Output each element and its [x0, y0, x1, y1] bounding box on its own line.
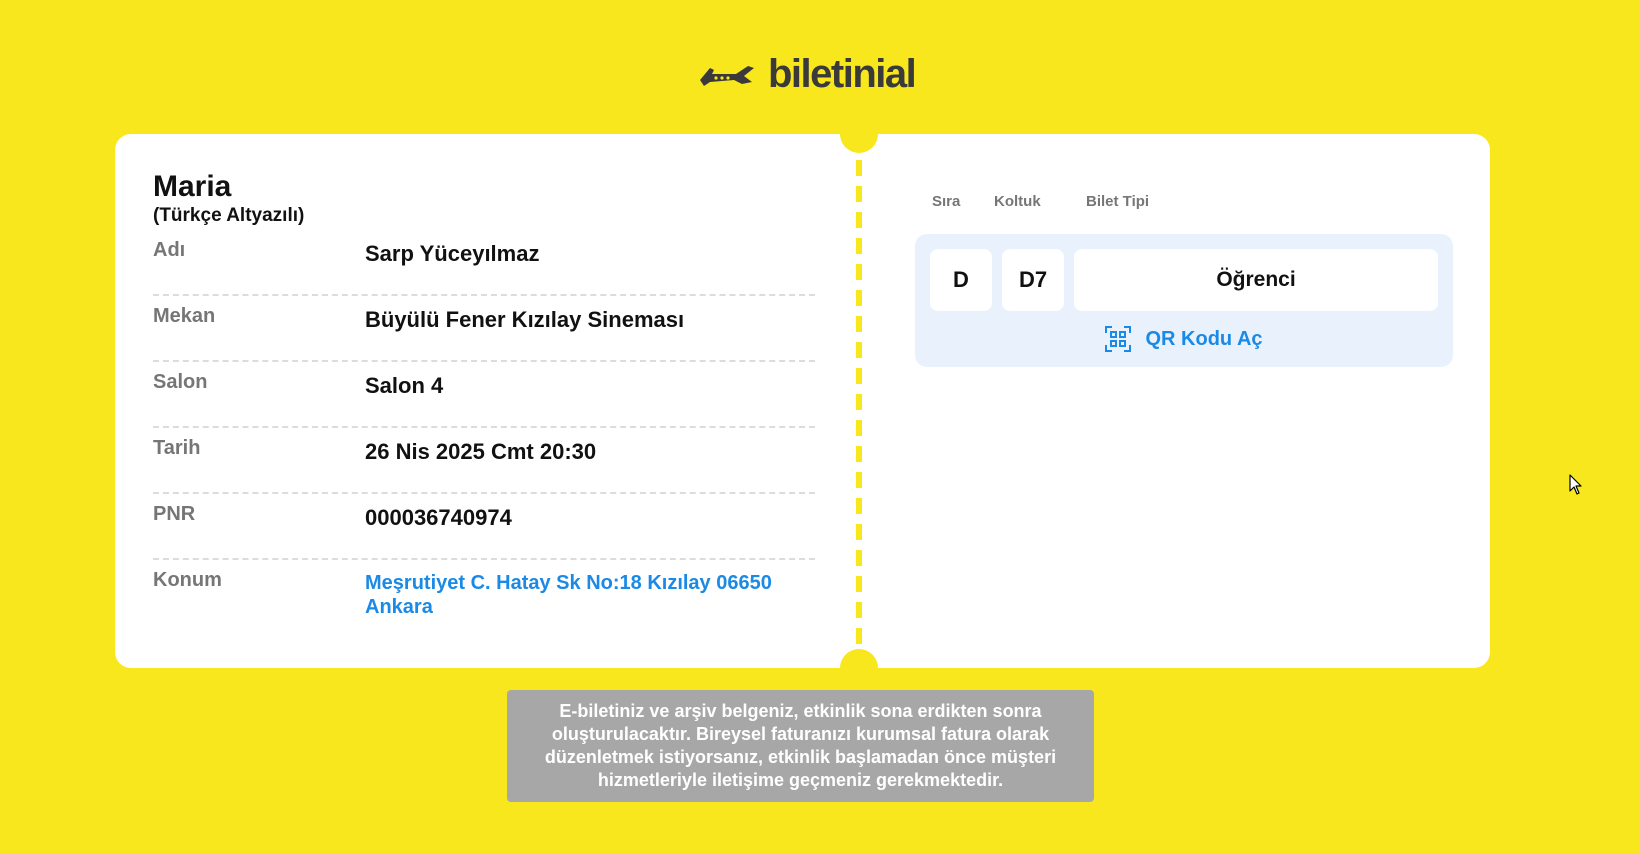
detail-row-location: Konum Meşrutiyet C. Hatay Sk No:18 Kızıl…	[153, 560, 815, 619]
event-title: Maria	[153, 170, 232, 203]
detail-label: Mekan	[153, 305, 216, 327]
event-subtitle: (Türkçe Altyazılı)	[153, 205, 305, 226]
detail-label: Adı	[153, 239, 186, 261]
ticket-card: Maria (Türkçe Altyazılı) Adı Sarp Yüceyı…	[115, 115, 1490, 687]
mouse-cursor-icon	[1569, 474, 1583, 501]
detail-value: 26 Nis 2025 Cmt 20:30	[365, 439, 597, 464]
page: biletinial Maria (Türkçe Altyazılı) Adı …	[0, 0, 1640, 853]
detail-label: PNR	[153, 503, 196, 525]
detail-label: Salon	[153, 371, 208, 393]
ticket-perforation	[856, 160, 862, 644]
detail-row-name: Adı Sarp Yüceyılmaz	[153, 230, 815, 296]
seat-headers: Sıra Koltuk Bilet Tipi	[915, 192, 1453, 212]
detail-value: 000036740974	[365, 505, 512, 530]
seat-header-row: Sıra	[932, 193, 961, 210]
location-link[interactable]: Meşrutiyet C. Hatay Sk No:18 Kızılay 066…	[365, 568, 815, 619]
qr-code-icon	[1105, 326, 1132, 352]
seat-header-seat: Koltuk	[994, 193, 1041, 210]
detail-value: Sarp Yüceyılmaz	[365, 241, 540, 266]
ticket-notch-top	[840, 115, 878, 153]
ticket-details: Maria (Türkçe Altyazılı) Adı Sarp Yüceyı…	[153, 170, 815, 619]
detail-row-venue: Mekan Büyülü Fener Kızılay Sineması	[153, 296, 815, 362]
plane-ticket-logo-icon	[696, 60, 758, 88]
detail-row-pnr: PNR 000036740974	[153, 494, 815, 560]
seat-number-value: D7	[1002, 249, 1064, 311]
seat-info-box: D D7 Öğrenci QR Kodu Aç	[915, 234, 1453, 367]
seat-section: Sıra Koltuk Bilet Tipi D D7 Öğrenci QR K…	[915, 192, 1453, 367]
e-ticket-notice: E-biletiniz ve arşiv belgeniz, etkinlik …	[507, 690, 1094, 802]
detail-label: Tarih	[153, 437, 201, 459]
detail-row-date: Tarih 26 Nis 2025 Cmt 20:30	[153, 428, 815, 494]
seat-row-value: D	[930, 249, 992, 311]
detail-value: Büyülü Fener Kızılay Sineması	[365, 307, 685, 332]
ticket-notch-bottom	[840, 649, 878, 687]
qr-code-button[interactable]: QR Kodu Aç	[930, 325, 1438, 353]
qr-code-label[interactable]: QR Kodu Aç	[1145, 328, 1262, 351]
brand-name: biletinial	[768, 52, 917, 96]
seat-cells: D D7 Öğrenci	[930, 249, 1438, 311]
detail-label: Konum	[153, 569, 222, 591]
detail-value: Salon 4	[365, 373, 444, 398]
detail-row-hall: Salon Salon 4	[153, 362, 815, 428]
brand-logo[interactable]: biletinial	[696, 52, 917, 96]
ticket-type-value: Öğrenci	[1074, 249, 1438, 311]
seat-header-type: Bilet Tipi	[1086, 193, 1150, 210]
